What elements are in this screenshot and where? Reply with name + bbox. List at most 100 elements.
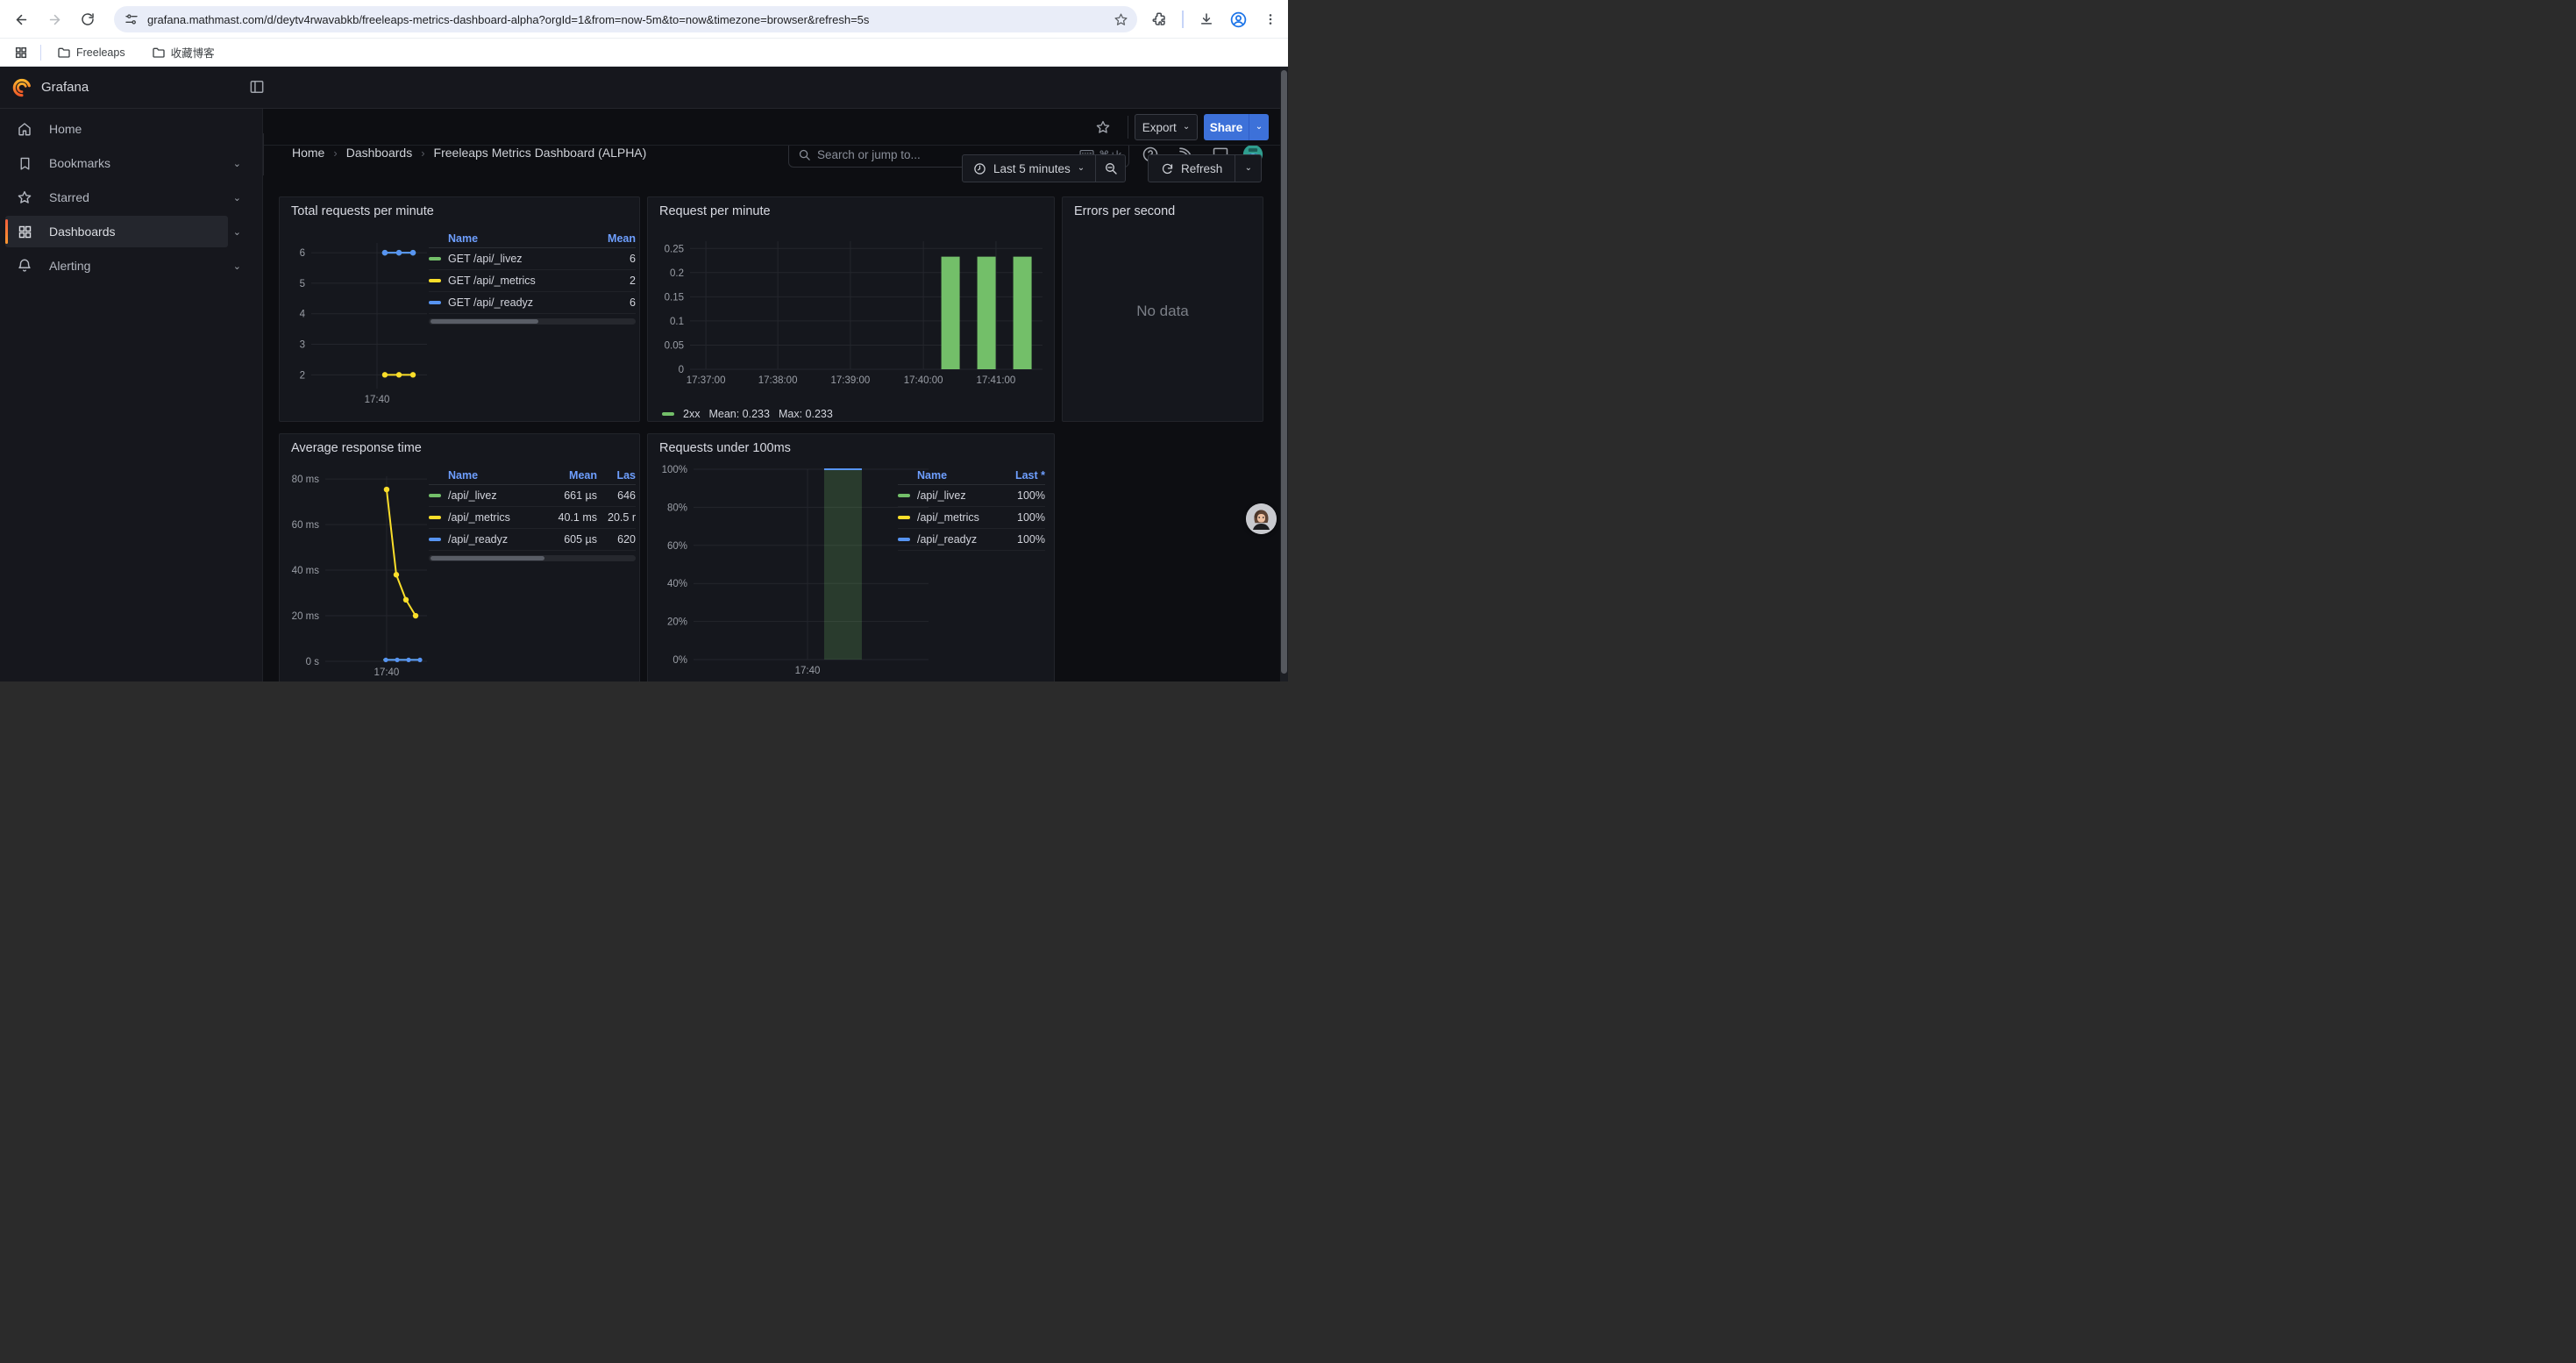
forward-icon[interactable]: [43, 8, 66, 31]
browser-toolbar: [0, 0, 1288, 39]
series-swatch: [898, 516, 910, 519]
legend-table: NameMeanLas/api/_livez661 µs646/api/_met…: [429, 466, 636, 561]
chevron-down-icon: ⌄: [1183, 123, 1190, 132]
svg-text:0.25: 0.25: [665, 244, 684, 254]
sidebar-item-starred[interactable]: Starred ⌄: [5, 182, 228, 213]
legend-col[interactable]: Mean: [587, 232, 636, 245]
grafana-brand[interactable]: Grafana: [12, 77, 89, 97]
legend-col[interactable]: Last *: [996, 469, 1045, 482]
share-menu-button[interactable]: ⌄: [1249, 114, 1269, 140]
zoom-out-button[interactable]: [1095, 155, 1125, 182]
legend-col-name[interactable]: Name: [912, 469, 996, 482]
time-controls: Last 5 minutes ⌄ Refresh ⌄: [264, 146, 1288, 196]
grafana-logo-icon: [12, 77, 32, 97]
scrollbar-thumb[interactable]: [431, 556, 544, 560]
legend-line[interactable]: 2xx Mean: 0.233 Max: 0.233: [662, 408, 833, 420]
legend-col[interactable]: Mean: [543, 469, 597, 482]
svg-text:60%: 60%: [667, 541, 687, 552]
legend-row[interactable]: GET /api/_livez6: [429, 248, 636, 270]
panel-title[interactable]: Errors per second: [1074, 204, 1175, 218]
refresh-button[interactable]: Refresh: [1149, 155, 1235, 182]
site-settings-icon[interactable]: [125, 12, 139, 26]
sidebar-item-label: Dashboards: [49, 225, 116, 239]
bookmark-folder-freeleaps[interactable]: Freeleaps: [50, 42, 132, 63]
sidebar-item-home[interactable]: Home: [5, 113, 228, 145]
svg-text:20%: 20%: [667, 617, 687, 628]
sidebar-item-label: Bookmarks: [49, 156, 110, 170]
share-button-group: Share ⌄: [1204, 114, 1269, 140]
clock-icon: [973, 162, 986, 175]
series-value: 100%: [996, 511, 1045, 524]
series-swatch: [662, 412, 674, 416]
sidebar-item-bookmarks[interactable]: Bookmarks ⌄: [5, 147, 228, 179]
share-button[interactable]: Share: [1204, 114, 1249, 140]
chevron-down-icon[interactable]: ⌄: [233, 158, 241, 169]
legend-scrollbar[interactable]: [429, 318, 636, 325]
bookmark-star-icon[interactable]: [1114, 12, 1128, 27]
legend-col-name[interactable]: Name: [443, 232, 587, 245]
legend-row[interactable]: GET /api/_metrics2: [429, 270, 636, 292]
svg-text:0.15: 0.15: [665, 292, 684, 303]
svg-text:80 ms: 80 ms: [292, 475, 320, 485]
sidebar-item-label: Home: [49, 122, 82, 136]
extensions-icon[interactable]: [1149, 9, 1170, 30]
refresh-group: Refresh ⌄: [1148, 154, 1262, 182]
legend-row[interactable]: /api/_metrics100%: [898, 507, 1045, 529]
star-icon: [16, 189, 33, 206]
page-scrollbar[interactable]: [1280, 67, 1288, 682]
profile-icon[interactable]: [1228, 9, 1249, 30]
svg-text:0.2: 0.2: [670, 268, 684, 279]
svg-text:17:40: 17:40: [795, 666, 821, 676]
refresh-interval-button[interactable]: ⌄: [1235, 155, 1261, 182]
series-value: 605 µs: [543, 533, 597, 546]
dashboard-toolbar: Export⌄ Share ⌄: [264, 109, 1288, 146]
bar-chart[interactable]: 0.250.20.150.10.05017:37:0017:38:0017:39…: [648, 197, 1056, 423]
dock-menu-icon[interactable]: [248, 78, 267, 97]
chevron-down-icon[interactable]: ⌄: [233, 260, 241, 272]
series-name: GET /api/_readyz: [443, 296, 587, 309]
legend-col[interactable]: Las: [597, 469, 636, 482]
downloads-icon[interactable]: [1196, 9, 1217, 30]
svg-text:60 ms: 60 ms: [292, 520, 320, 531]
series-name: GET /api/_livez: [443, 253, 587, 265]
svg-text:100%: 100%: [662, 465, 687, 475]
legend-row[interactable]: /api/_livez100%: [898, 485, 1045, 507]
svg-text:40%: 40%: [667, 579, 687, 589]
scrollbar-thumb[interactable]: [1281, 70, 1287, 674]
chevron-down-icon[interactable]: ⌄: [233, 226, 241, 238]
series-swatch: [429, 301, 441, 304]
assistant-avatar[interactable]: [1246, 503, 1277, 534]
sidebar-item-dashboards[interactable]: Dashboards ⌄: [5, 216, 228, 247]
url-input[interactable]: [147, 13, 1114, 26]
export-button[interactable]: Export⌄: [1135, 114, 1198, 140]
bookmark-folder-blogs[interactable]: 收藏博客: [145, 40, 222, 64]
legend-row[interactable]: /api/_livez661 µs646: [429, 485, 636, 507]
svg-text:17:38:00: 17:38:00: [758, 375, 798, 386]
legend-row[interactable]: /api/_readyz100%: [898, 529, 1045, 551]
time-range-picker[interactable]: Last 5 minutes ⌄: [963, 155, 1095, 182]
folder-icon: [57, 46, 71, 60]
legend-col-name[interactable]: Name: [443, 469, 543, 482]
active-indicator: [5, 219, 8, 244]
scrollbar-thumb[interactable]: [431, 319, 538, 324]
favorite-star-icon[interactable]: [1092, 117, 1114, 138]
legend-scrollbar[interactable]: [429, 555, 636, 561]
chevron-down-icon[interactable]: ⌄: [233, 192, 241, 203]
legend-row[interactable]: GET /api/_readyz6: [429, 292, 636, 314]
legend-row[interactable]: /api/_readyz605 µs620: [429, 529, 636, 551]
sidebar-item-alerting[interactable]: Alerting ⌄: [5, 250, 228, 282]
series-swatch: [898, 538, 910, 541]
panel-errors-per-second: Errors per second No data: [1062, 196, 1263, 422]
back-icon[interactable]: [10, 8, 32, 31]
menu-kebab-icon[interactable]: [1260, 9, 1281, 30]
series-name: /api/_metrics: [912, 511, 996, 524]
apps-grid-icon[interactable]: [11, 42, 32, 63]
refresh-label: Refresh: [1181, 162, 1222, 175]
legend-row[interactable]: /api/_metrics40.1 ms20.5 r: [429, 507, 636, 529]
svg-text:4: 4: [300, 310, 306, 320]
url-bar[interactable]: [114, 6, 1137, 32]
no-data-message: No data: [1063, 303, 1263, 320]
series-value: 620: [597, 533, 636, 546]
grafana-header: Grafana Home › Dashboards › Freeleaps Me…: [0, 67, 1288, 109]
reload-icon[interactable]: [76, 8, 99, 31]
